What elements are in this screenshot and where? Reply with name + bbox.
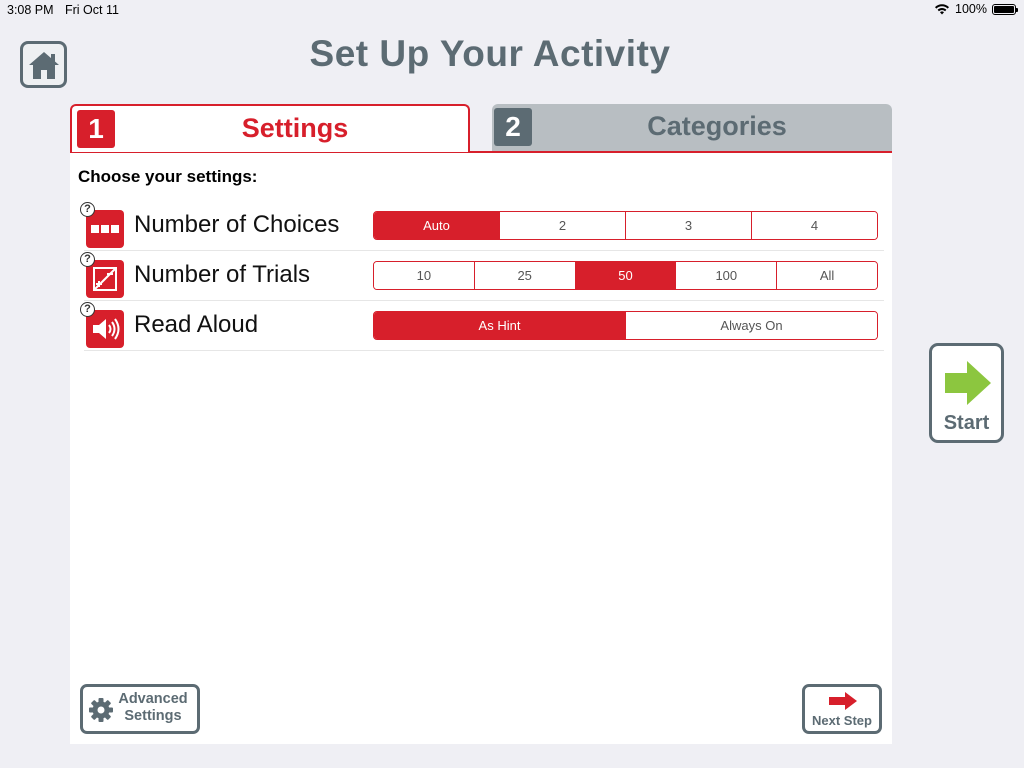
battery-icon xyxy=(992,3,1018,15)
wifi-icon xyxy=(935,4,950,15)
home-icon xyxy=(28,51,59,79)
advanced-label-line1: Advanced xyxy=(118,691,188,707)
page-title: Set Up Your Activity xyxy=(309,33,671,74)
tab-categories-number: 2 xyxy=(494,108,532,146)
option-4[interactable]: 4 xyxy=(752,212,877,239)
option-as-hint[interactable]: As Hint xyxy=(374,312,626,339)
option-2[interactable]: 2 xyxy=(500,212,626,239)
option-100[interactable]: 100 xyxy=(676,262,778,289)
option-always-on[interactable]: Always On xyxy=(626,312,877,339)
start-button[interactable]: Start xyxy=(929,343,1004,443)
read-aloud-segmented-control: As Hint Always On xyxy=(373,311,878,340)
setting-row-trials: ? Number of Trials 10 25 50 100 All xyxy=(80,251,884,301)
status-time: 3:08 PM xyxy=(7,3,54,17)
help-icon[interactable]: ? xyxy=(80,252,95,267)
tab-settings-number: 1 xyxy=(77,110,115,148)
option-10[interactable]: 10 xyxy=(374,262,475,289)
home-button[interactable] xyxy=(20,41,67,88)
setting-row-choices: ? Number of Choices Auto 2 3 4 xyxy=(80,201,884,251)
setting-label: Number of Choices xyxy=(134,211,340,238)
arrow-right-icon xyxy=(829,692,857,710)
advanced-label-line2: Settings xyxy=(124,708,182,724)
setting-label: Number of Trials xyxy=(134,261,311,288)
option-3[interactable]: 3 xyxy=(626,212,752,239)
trials-segmented-control: 10 25 50 100 All xyxy=(373,261,878,290)
tab-settings-label: Settings xyxy=(241,113,349,143)
help-icon[interactable]: ? xyxy=(80,302,95,317)
option-all[interactable]: All xyxy=(777,262,877,289)
option-50[interactable]: 50 xyxy=(575,262,677,289)
advanced-settings-button[interactable]: Advanced Settings xyxy=(80,684,200,734)
arrow-right-icon xyxy=(945,361,991,405)
tab-categories[interactable]: 2 Categories xyxy=(492,104,892,152)
setting-row-read-aloud: ? Read Aloud As Hint Always On xyxy=(80,301,884,351)
next-step-label: Next Step xyxy=(812,713,872,728)
status-bar: 3:08 PM Fri Oct 11 100% xyxy=(0,0,1024,20)
option-25[interactable]: 25 xyxy=(474,262,576,289)
battery-percent: 100% xyxy=(955,2,987,16)
status-right: 100% xyxy=(934,2,1018,16)
setting-label: Read Aloud xyxy=(134,311,259,338)
tab-categories-label: Categories xyxy=(647,111,787,141)
settings-panel: Choose your settings: ? Number of Choice… xyxy=(70,151,892,744)
settings-heading: Choose your settings: xyxy=(78,167,258,186)
next-step-button[interactable]: Next Step xyxy=(802,684,882,734)
tab-settings[interactable]: 1 Settings xyxy=(70,104,470,152)
choices-segmented-control: Auto 2 3 4 xyxy=(373,211,878,240)
option-auto[interactable]: Auto xyxy=(374,212,500,239)
help-icon[interactable]: ? xyxy=(80,202,95,217)
status-date: Fri Oct 11 xyxy=(65,3,119,17)
start-label: Start xyxy=(943,412,990,434)
gear-icon xyxy=(89,698,113,722)
